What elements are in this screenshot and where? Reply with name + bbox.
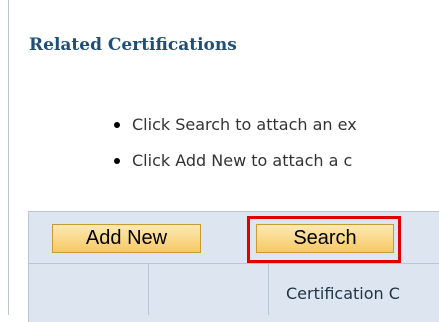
left-border (8, 0, 9, 315)
column-header-certification[interactable]: Certification C (286, 284, 400, 303)
instruction-text: Click Add New to attach a c (132, 151, 353, 170)
column-divider (148, 264, 149, 315)
toolbar-divider (28, 263, 439, 264)
section-title: Related Certifications (29, 35, 237, 55)
search-button-highlight (247, 216, 401, 263)
instruction-text: Click Search to attach an ex (132, 115, 357, 134)
bullet-icon (114, 122, 120, 128)
add-new-button[interactable]: Add New (52, 224, 201, 253)
instruction-item-add-new: Click Add New to attach a c (114, 151, 353, 170)
column-divider (268, 264, 269, 315)
bullet-icon (114, 158, 120, 164)
instruction-item-search: Click Search to attach an ex (114, 115, 357, 134)
